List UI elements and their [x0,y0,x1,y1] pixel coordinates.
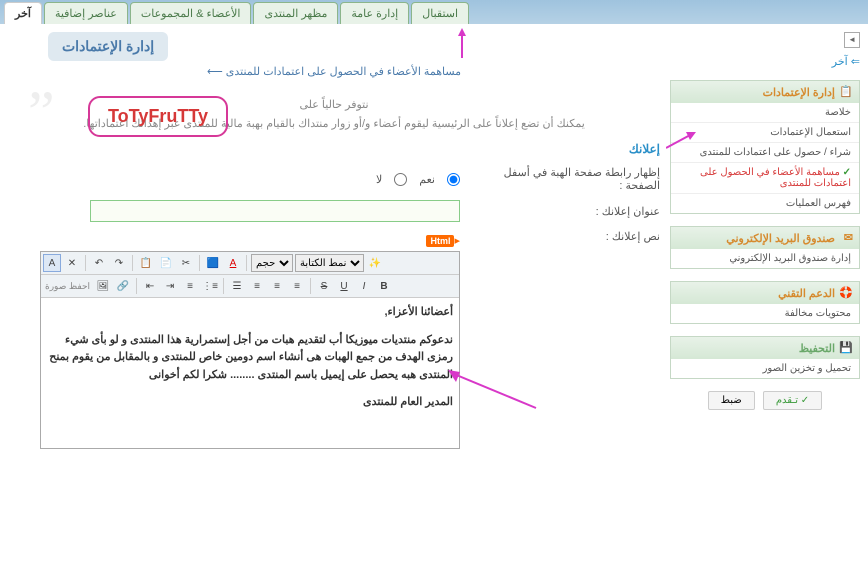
support-icon: 🛟 [839,286,853,300]
panel-backup-title: التحفيظ [799,342,835,355]
copy-icon[interactable]: 📄 [157,254,175,272]
reset-button[interactable]: ضبط [708,391,755,410]
sidebar-item-violations[interactable]: محتويات مخالفة [671,304,859,323]
italic-icon[interactable]: I [355,277,373,295]
editor-toolbar: A ✕ ↶ ↷ 📋 📄 ✂ 🟦 A حجم نمط [41,252,459,275]
format-icon[interactable]: A [43,254,61,272]
html-mode-toggle[interactable]: Html [426,234,460,247]
tab-general[interactable]: إدارة عامة [340,2,409,24]
list-ol-icon[interactable]: ≡ [181,277,199,295]
panel-support: 🛟 الدعم التقني محتويات مخالفة [670,281,860,324]
breadcrumb-back[interactable]: ⇐ آخر [670,55,860,68]
credits-icon: 📋 [839,85,853,99]
align-center-icon[interactable]: ≡ [268,277,286,295]
strike-icon[interactable]: S [315,277,333,295]
bold-icon[interactable]: B [375,277,393,295]
upload-image-label: احفظ صورة [43,279,92,294]
sidebar-item-operations[interactable]: فهرس العمليات [671,194,859,213]
panel-mailbox-title: صندوق البريد الإلكتروني [726,232,835,245]
tab-reception[interactable]: استقبال [411,2,469,24]
image-icon[interactable]: 🖼 [94,277,112,295]
sidebar-item-buy-credits[interactable]: شراء / حصول على اعتمادات للمنتدى [671,143,859,163]
mailbox-icon: ✉ [839,231,853,245]
label-ad-text: نص إعلانك : [480,230,660,243]
tab-extras[interactable]: عناصر إضافية [44,2,128,24]
outdent-icon[interactable]: ⇤ [141,277,159,295]
align-justify-icon[interactable]: ☰ [228,277,246,295]
sidebar-item-member-contrib[interactable]: مساهمة الأعضاء في الحصول على اعتمادات لل… [671,163,859,194]
tab-other[interactable]: آخر [4,2,42,24]
panel-mailbox: ✉ صندوق البريد الإلكتروني إدارة صندوق ال… [670,226,860,269]
undo-icon[interactable]: ↶ [90,254,108,272]
sidebar-item-use-credits[interactable]: استعمال الإعتمادات [671,123,859,143]
panel-credits-title: إدارة الإعتمادات [763,86,835,99]
radio-yes-label: نعم [419,173,435,186]
redo-icon[interactable]: ↷ [110,254,128,272]
tab-appearance[interactable]: مظهر المنتدى [253,2,338,24]
radio-no-label: لا [376,173,382,186]
fontsize-select[interactable]: حجم [251,254,293,272]
ad-title-input[interactable] [90,200,460,222]
top-tab-bar: استقبال إدارة عامة مظهر المنتدى الأعضاء … [0,0,868,24]
radio-no[interactable] [394,173,407,186]
panel-support-header: 🛟 الدعم التقني [671,282,859,304]
panel-backup-header: 💾 التحفيظ [671,337,859,359]
align-left-icon[interactable]: ≡ [248,277,266,295]
wand-icon[interactable]: ✨ [366,254,384,272]
textcolor-icon[interactable]: A [224,254,242,272]
editor-toolbar-2: احفظ صورة 🖼 🔗 ⇤ ⇥ ≡ ⋮≡ ☰ ≡ ≡ ≡ [41,275,459,298]
label-ad-title: عنوان إعلانك : [480,205,660,218]
save-button[interactable]: تـقدم [763,391,822,410]
page-subtitle: مساهمة الأعضاء في الحصول على اعتمادات لل… [8,65,660,78]
fontstyle-select[interactable]: نمط الكتابة [295,254,364,272]
sidebar-item-images[interactable]: تحميل و تخزين الصور [671,359,859,378]
sidebar: ⇐ آخر 📋 إدارة الإعتمادات خلاصة استعمال ا… [670,32,860,457]
panel-mailbox-header: ✉ صندوق البريد الإلكتروني [671,227,859,249]
brand-watermark: ToTyFruTTy [88,96,228,137]
panel-backup: 💾 التحفيظ تحميل و تخزين الصور [670,336,860,379]
paste-icon[interactable]: 📋 [137,254,155,272]
page-title: إدارة الإعتمادات [48,32,168,61]
panel-support-title: الدعم التقني [778,287,835,300]
underline-icon[interactable]: U [335,277,353,295]
section-ad-title: إعلانك [8,142,660,158]
bgcolor-icon[interactable]: 🟦 [204,254,222,272]
tab-members[interactable]: الأعضاء & المجموعات [130,2,252,24]
sidebar-item-mailbox[interactable]: إدارة صندوق البريد الإلكتروني [671,249,859,268]
panel-credits: 📋 إدارة الإعتمادات خلاصة استعمال الإعتما… [670,80,860,214]
clear-format-icon[interactable]: ✕ [63,254,81,272]
sidebar-item-summary[interactable]: خلاصة [671,103,859,123]
indent-icon[interactable]: ⇥ [161,277,179,295]
panel-credits-header: 📋 إدارة الإعتمادات [671,81,859,103]
label-show-link: إظهار رابطة صفحة الهبة في أسفل الصفحة : [480,166,660,192]
collapse-icon[interactable] [844,32,860,48]
radio-yes[interactable] [447,173,460,186]
link-icon[interactable]: 🔗 [114,277,132,295]
radio-show-link: نعم لا [376,173,460,186]
align-right-icon[interactable]: ≡ [288,277,306,295]
backup-icon: 💾 [839,341,853,355]
rich-text-editor: A ✕ ↶ ↷ 📋 📄 ✂ 🟦 A حجم نمط [40,251,460,449]
cut-icon[interactable]: ✂ [177,254,195,272]
editor-body[interactable]: أعضائنا الأعزاء, ندعوكم منتديات ميوزيكا … [41,298,459,448]
list-ul-icon[interactable]: ⋮≡ [201,277,219,295]
